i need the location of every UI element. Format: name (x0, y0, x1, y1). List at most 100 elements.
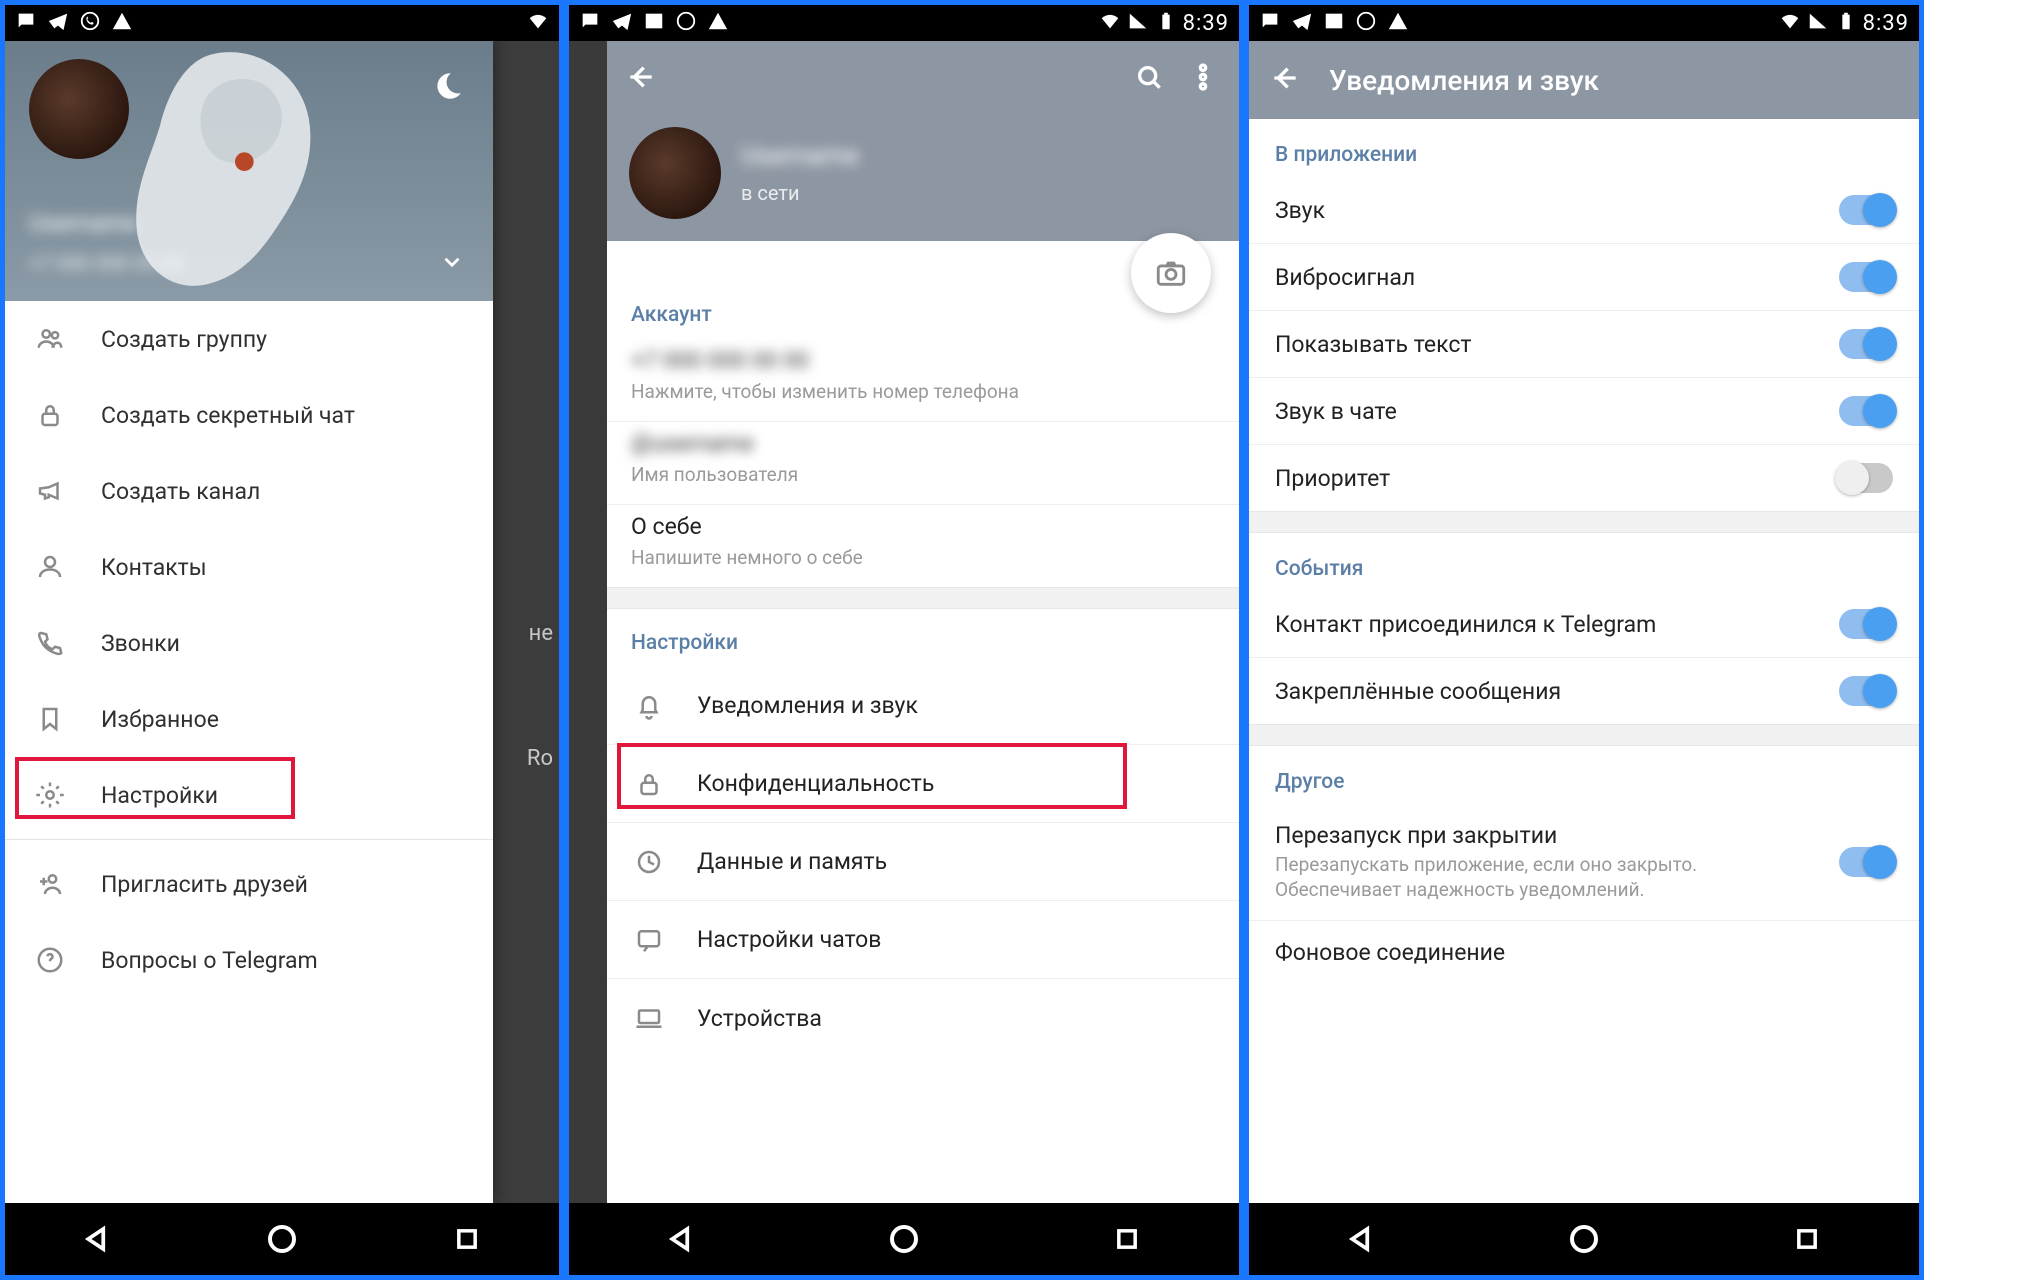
account-phone-row[interactable]: +7 000 000 00 00 Нажмите, чтобы изменить… (607, 339, 1239, 422)
label: Избранное (101, 706, 219, 733)
nav-home-button[interactable] (262, 1219, 302, 1259)
label: Пригласить друзей (101, 871, 308, 898)
toggle[interactable] (1839, 195, 1893, 225)
phone-sub: Нажмите, чтобы изменить номер телефона (631, 380, 1215, 403)
drawer-username: Username (29, 209, 138, 237)
nav-back-button[interactable] (1341, 1219, 1381, 1259)
status-clock: 8:39 (1863, 11, 1909, 36)
toggle[interactable] (1839, 329, 1893, 359)
warning-icon (707, 10, 729, 37)
bell-icon (631, 691, 667, 721)
back-button[interactable] (1269, 62, 1301, 98)
row-priority[interactable]: Приоритет (1249, 445, 1919, 511)
label: Перезапуск при закрытии (1275, 822, 1839, 849)
toggle[interactable] (1839, 463, 1893, 493)
drawer-item-invite[interactable]: Пригласить друзей (5, 846, 493, 922)
bookmark-icon (33, 704, 67, 734)
profile-name: Username (741, 141, 859, 171)
settings-item-notifications[interactable]: Уведомления и звук (607, 667, 1239, 745)
search-button[interactable] (1133, 61, 1165, 97)
settings-item-chats[interactable]: Настройки чатов (607, 901, 1239, 979)
username-sub: Имя пользователя (631, 463, 1215, 486)
more-button[interactable] (1187, 61, 1219, 97)
about-title: О себе (631, 513, 1215, 540)
android-navbar (5, 1203, 559, 1275)
row-sound[interactable]: Звук (1249, 177, 1919, 244)
drawer-item-create-group[interactable]: Создать группу (5, 301, 493, 377)
person-icon (33, 552, 67, 582)
nav-home-button[interactable] (1564, 1219, 1604, 1259)
label: Данные и память (697, 848, 887, 875)
drawer-item-calls[interactable]: Звонки (5, 605, 493, 681)
toggle[interactable] (1839, 676, 1893, 706)
gear-icon (33, 780, 67, 810)
phone-3: 8:39 Уведомления и звук В приложении Зву… (1244, 0, 1924, 1280)
label: Контакты (101, 554, 207, 581)
drawer-item-contacts[interactable]: Контакты (5, 529, 493, 605)
wifi-icon (1779, 10, 1801, 37)
back-button[interactable] (625, 61, 657, 97)
drawer-item-create-channel[interactable]: Создать канал (5, 453, 493, 529)
drawer-item-settings[interactable]: Настройки (5, 757, 493, 833)
signal-icon (1127, 10, 1149, 37)
lock-icon (33, 400, 67, 430)
label: Создать секретный чат (101, 402, 355, 429)
signal-icon (1807, 10, 1829, 37)
drawer-header[interactable]: Username +7 000 000 00 00 (5, 41, 493, 301)
bg-text: Ro (489, 646, 559, 771)
row-chat-sound[interactable]: Звук в чате (1249, 378, 1919, 445)
settings-item-privacy[interactable]: Конфиденциальность (607, 745, 1239, 823)
phone-value: +7 000 000 00 00 (631, 347, 1215, 374)
row-background-connection[interactable]: Фоновое соединение (1249, 920, 1919, 984)
account-about-row[interactable]: О себе Напишите немного о себе (607, 505, 1239, 587)
drawer-item-faq[interactable]: Вопросы о Telegram (5, 922, 493, 998)
profile-appbar: Username в сети (607, 41, 1239, 241)
settings-item-devices[interactable]: Устройства (607, 979, 1239, 1057)
android-navbar (569, 1203, 1239, 1275)
row-restart[interactable]: Перезапуск при закрытии Перезапускать пр… (1249, 804, 1919, 920)
toggle[interactable] (1839, 396, 1893, 426)
row-vibrate[interactable]: Вибросигнал (1249, 244, 1919, 311)
night-mode-icon[interactable] (431, 69, 465, 107)
image-icon (643, 10, 665, 37)
label: Устройства (697, 1005, 822, 1032)
nav-recent-button[interactable] (447, 1219, 487, 1259)
row-contact-joined[interactable]: Контакт присоединился к Telegram (1249, 591, 1919, 658)
lock-icon (631, 769, 667, 799)
label: Уведомления и звук (697, 692, 918, 719)
megaphone-icon (33, 476, 67, 506)
phone-icon (33, 628, 67, 658)
wifi-icon (527, 10, 549, 37)
expand-accounts-icon[interactable] (439, 249, 465, 279)
toggle[interactable] (1839, 262, 1893, 292)
section-header-settings: Настройки (607, 609, 1239, 667)
status-clock: 8:39 (1183, 11, 1229, 36)
section-header-inapp: В приложении (1249, 119, 1919, 177)
wifi-icon (1099, 10, 1121, 37)
drawer-item-secret-chat[interactable]: Создать секретный чат (5, 377, 493, 453)
nav-home-button[interactable] (884, 1219, 924, 1259)
toggle[interactable] (1839, 847, 1893, 877)
avatar[interactable] (629, 127, 721, 219)
row-pinned-messages[interactable]: Закреплённые сообщения (1249, 658, 1919, 724)
nav-back-button[interactable] (661, 1219, 701, 1259)
messages-icon (579, 10, 601, 37)
messages-icon (15, 10, 37, 37)
settings-item-data[interactable]: Данные и память (607, 823, 1239, 901)
telegram-icon (611, 10, 633, 37)
phone-1: не Ro Username +7 000 000 00 00 Создать … (0, 0, 564, 1280)
toggle[interactable] (1839, 609, 1893, 639)
navigation-drawer: Username +7 000 000 00 00 Создать группу… (5, 41, 493, 1203)
divider (5, 839, 493, 840)
nav-recent-button[interactable] (1107, 1219, 1147, 1259)
drawer-item-saved[interactable]: Избранное (5, 681, 493, 757)
data-icon (631, 847, 667, 877)
about-sub: Напишите немного о себе (631, 546, 1215, 569)
nav-back-button[interactable] (77, 1219, 117, 1259)
telegram-icon (1291, 10, 1313, 37)
avatar[interactable] (29, 59, 129, 159)
account-username-row[interactable]: @username Имя пользователя (607, 422, 1239, 505)
label: Создать группу (101, 326, 267, 353)
nav-recent-button[interactable] (1787, 1219, 1827, 1259)
row-show-text[interactable]: Показывать текст (1249, 311, 1919, 378)
